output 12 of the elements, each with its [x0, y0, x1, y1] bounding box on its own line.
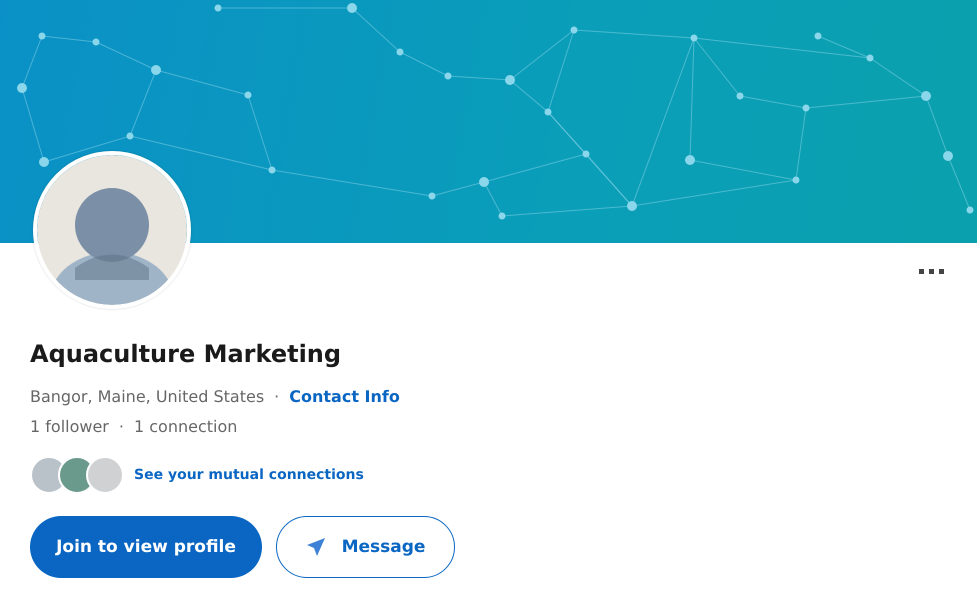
follower-count: 1 follower	[30, 416, 109, 438]
join-button[interactable]: Join to view profile	[30, 516, 262, 578]
location-text: Bangor, Maine, United States	[30, 386, 264, 408]
message-button[interactable]: Message	[276, 516, 455, 578]
separator-dot: ·	[118, 416, 125, 438]
connection-count: 1 connection	[134, 416, 238, 438]
contact-info-link[interactable]: Contact Info	[289, 382, 400, 412]
profile-name: Aquaculture Marketing	[30, 339, 342, 370]
mutual-connections-link[interactable]: See your mutual connections	[134, 467, 364, 483]
send-icon	[306, 537, 326, 557]
more-options-icon[interactable]	[919, 269, 945, 275]
separator-dot: ·	[273, 386, 280, 408]
